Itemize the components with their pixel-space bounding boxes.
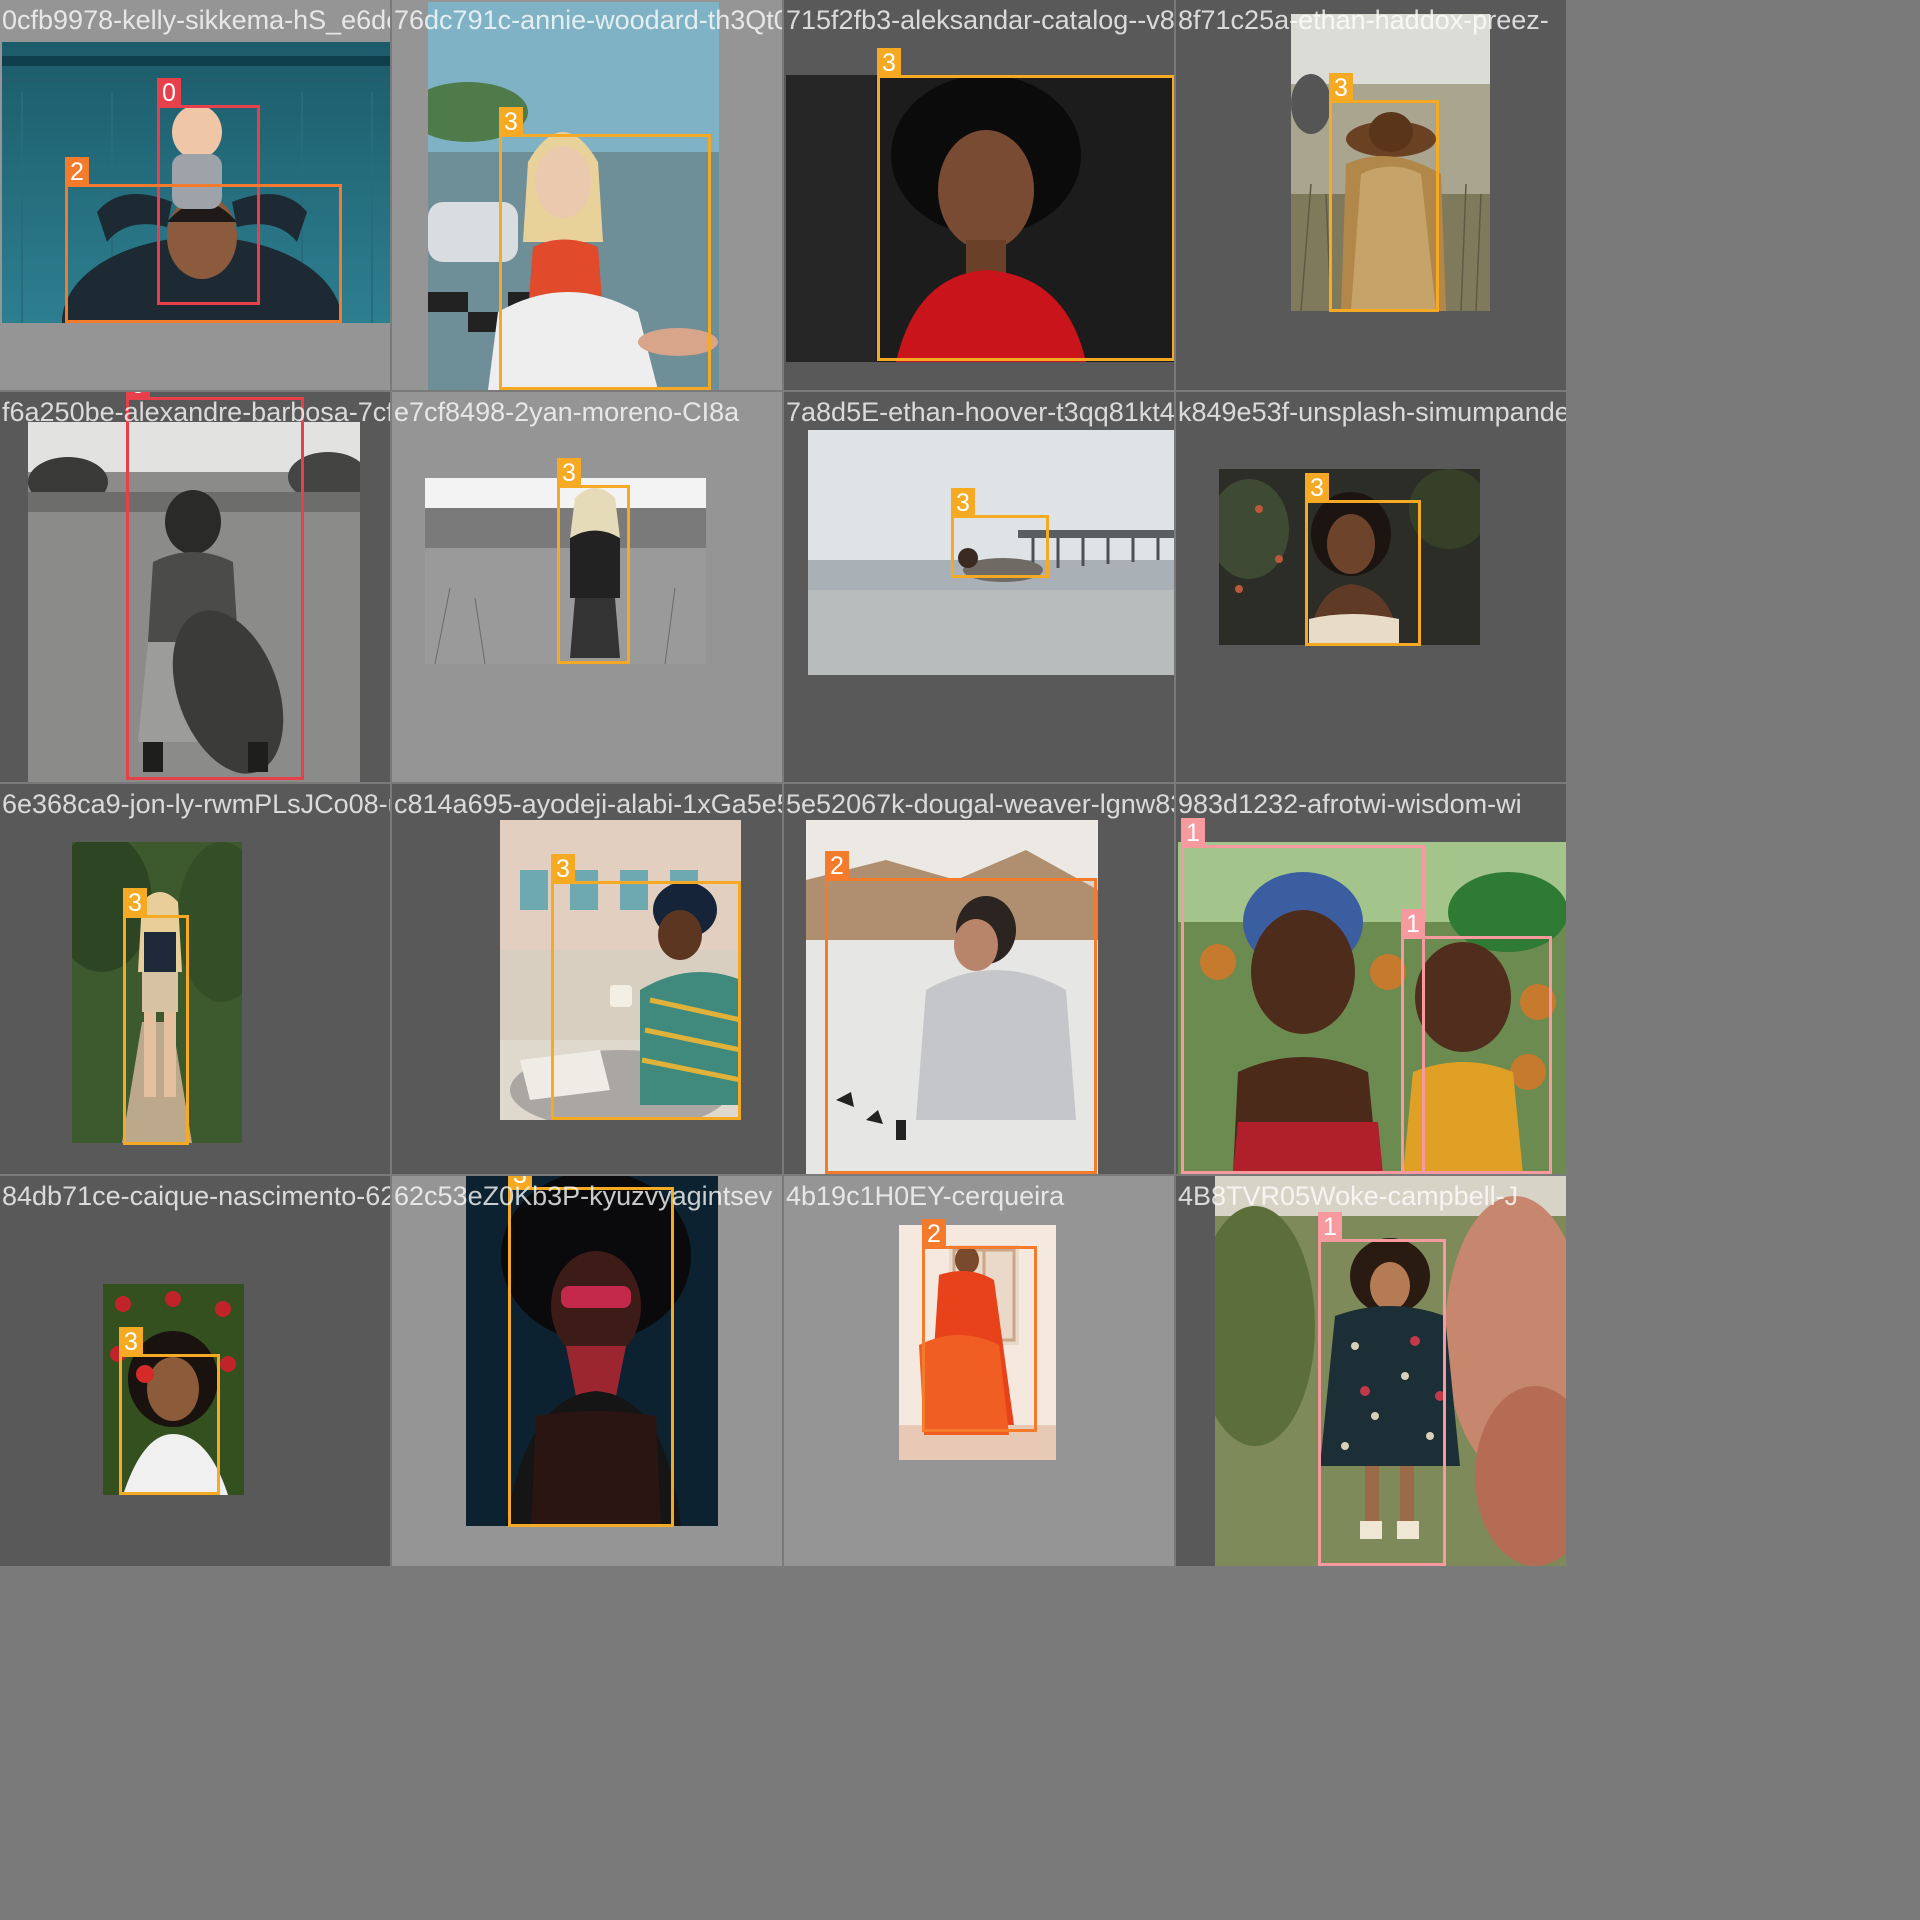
tile-filename: 983d1232-afrotwi-wisdom-wi bbox=[1178, 789, 1522, 819]
tile-filename: 5e52067k-dougal-weaver-lgnw83d1232 bbox=[786, 789, 1174, 819]
detection-label: 3 bbox=[1305, 473, 1329, 503]
detection-label: 0 bbox=[157, 78, 181, 108]
detection-box-class-1: 1 bbox=[1318, 1212, 1446, 1566]
mosaic-tile: e7cf8498-2yan-moreno-CI8a 3 bbox=[392, 392, 782, 782]
tile-filename: 715f2fb3-aleksandar-catalog--v8Z9d25T4n8… bbox=[786, 5, 1174, 35]
detection-label: 2 bbox=[922, 1219, 946, 1249]
tile-filename: 4b19c1H0EY-cerqueira bbox=[786, 1181, 1065, 1211]
tile-filename: c814a695-ayodeji-alabi-1xGa5e52067k-doug… bbox=[394, 789, 782, 819]
detection-label: 2 bbox=[825, 851, 849, 881]
detection-label: 3 bbox=[1329, 73, 1353, 103]
detection-box-class-3: 3 bbox=[951, 488, 1049, 578]
mosaic-tile: 4B8TVR05Woke-campbell-J 1 bbox=[1176, 1176, 1566, 1566]
mosaic-tile: 84db71ce-caique-nascimento-62c53eZ0Kb3P-… bbox=[0, 1176, 390, 1566]
detection-label: 1 bbox=[1318, 1212, 1342, 1242]
mosaic-tile: 7a8d5E-ethan-hoover-t3qq81kt49-c5-unspla… bbox=[784, 392, 1174, 782]
tile-filename: k849e53f-unsplash-simumpande bbox=[1178, 397, 1566, 427]
detection-box-class-3: 3 bbox=[508, 1176, 674, 1527]
mosaic-tile: 6e368ca9-jon-ly-rwmPLsJCo08-unsplash.jpg… bbox=[0, 784, 390, 1174]
detection-label: 1 bbox=[1401, 909, 1425, 939]
detection-box-class-1: 1 bbox=[1181, 818, 1425, 1174]
detection-box-class-1: 1 bbox=[1401, 909, 1552, 1174]
detection-box-class-0: 0 bbox=[126, 392, 304, 780]
tile-filename: 7a8d5E-ethan-hoover-t3qq81kt49-c5-unspla… bbox=[786, 397, 1174, 427]
detection-label: 3 bbox=[877, 48, 901, 78]
detection-box-class-2: 2 bbox=[922, 1219, 1037, 1432]
detection-box-class-2: 2 bbox=[825, 851, 1097, 1174]
detection-box-class-3: 3 bbox=[123, 888, 189, 1145]
detection-label: 1 bbox=[1181, 818, 1205, 848]
detection-label: 3 bbox=[551, 854, 575, 884]
mosaic-tile: c814a695-ayodeji-alabi-1xGa5e52067k-doug… bbox=[392, 784, 782, 1174]
detection-label: 0 bbox=[126, 392, 150, 400]
detection-box-class-3: 3 bbox=[1305, 473, 1421, 646]
mosaic-grid: 0cfb9978-kelly-sikkema-hS_e6dcJ5ds-unspl… bbox=[0, 0, 1568, 1568]
detection-label: 3 bbox=[508, 1176, 532, 1190]
detection-label: 3 bbox=[123, 888, 147, 918]
detection-label: 3 bbox=[119, 1327, 143, 1357]
mosaic-tile: 715f2fb3-aleksandar-catalog--v8Z9d25T4n8… bbox=[784, 0, 1174, 390]
tile-filename: 84db71ce-caique-nascimento-62c53eZ0Kb3P-… bbox=[2, 1181, 390, 1211]
mosaic-tile: 983d1232-afrotwi-wisdom-wi 1 1 bbox=[1176, 784, 1566, 1174]
mosaic-tile: 0cfb9978-kelly-sikkema-hS_e6dcJ5ds-unspl… bbox=[0, 0, 390, 390]
tile-filename: e7cf8498-2yan-moreno-CI8a bbox=[394, 397, 740, 427]
detection-box-class-3: 3 bbox=[877, 48, 1174, 361]
mosaic-tile: 8f71c25a-ethan-haddox-preez- 3 bbox=[1176, 0, 1566, 390]
mosaic-tile: 76dc791c-annie-woodard-th3Qt0zK3-thought… bbox=[392, 0, 782, 390]
detection-label: 2 bbox=[65, 157, 89, 187]
mosaic-tile: f6a250be-alexandre-barbosa-7cf84981-2yan… bbox=[0, 392, 390, 782]
mosaic-tile: 62c53eZ0Kb3P-kyuzvyagintsev 3 bbox=[392, 1176, 782, 1566]
mosaic-tile: k849e53f-unsplash-simumpande 3 bbox=[1176, 392, 1566, 782]
detection-box-class-3: 3 bbox=[499, 107, 711, 390]
mosaic-tile: 4b19c1H0EY-cerqueira 2 bbox=[784, 1176, 1174, 1566]
detection-box-class-3: 3 bbox=[1329, 73, 1439, 312]
mosaic-tile: 5e52067k-dougal-weaver-lgnw83d1232 2 bbox=[784, 784, 1174, 1174]
tile-filename: 6e368ca9-jon-ly-rwmPLsJCo08-unsplash.jpg bbox=[2, 789, 390, 819]
detection-label: 3 bbox=[951, 488, 975, 518]
detection-box-class-2: 2 bbox=[65, 157, 342, 323]
detection-box-class-3: 3 bbox=[551, 854, 741, 1120]
detection-label: 3 bbox=[499, 107, 523, 137]
detection-label: 3 bbox=[557, 458, 581, 488]
tile-filename: 0cfb9978-kelly-sikkema-hS_e6dcJ5ds-unspl… bbox=[2, 5, 390, 35]
detection-box-class-3: 3 bbox=[119, 1327, 220, 1495]
detection-box-class-3: 3 bbox=[557, 458, 630, 664]
